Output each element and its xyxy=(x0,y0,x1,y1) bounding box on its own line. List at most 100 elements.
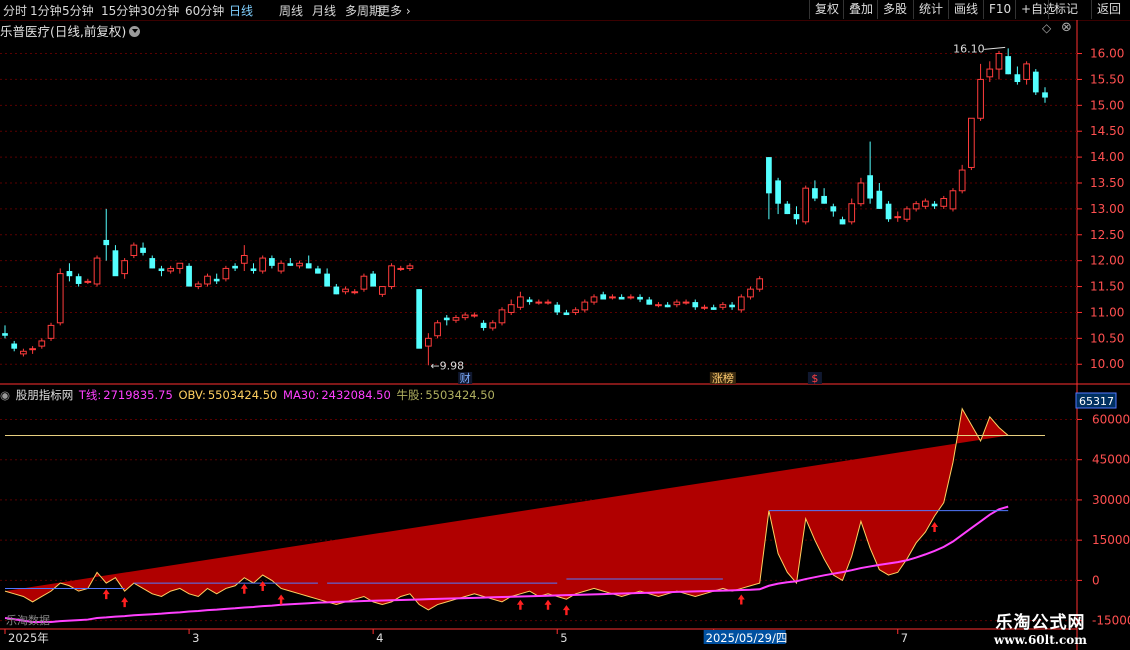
price-tick-label: 12.50 xyxy=(1090,228,1124,242)
candle-body xyxy=(397,267,405,270)
candle-body xyxy=(75,276,82,284)
candle-body xyxy=(637,296,643,300)
candle-body xyxy=(351,291,359,294)
candle-body xyxy=(968,117,975,168)
signal-arrow-icon xyxy=(516,599,524,610)
candle-body xyxy=(802,187,810,223)
candle-body xyxy=(719,304,727,308)
signal-arrow-icon xyxy=(544,599,552,610)
indicator-tick-label: 45000 xyxy=(1092,453,1130,467)
candle-body xyxy=(498,309,506,324)
candle-body xyxy=(931,203,938,207)
circle-icon[interactable]: ◉ xyxy=(0,388,10,402)
candle-body xyxy=(747,288,754,298)
candle-body xyxy=(333,286,340,295)
ma-value: 2432084.50 xyxy=(321,388,391,402)
candle-body xyxy=(949,190,957,210)
signal-arrow-icon xyxy=(121,597,129,608)
candle-body xyxy=(186,265,192,287)
candle-body xyxy=(526,299,533,303)
candle-body xyxy=(554,304,561,313)
candle-body xyxy=(204,275,211,285)
candle-body xyxy=(461,314,469,319)
candle-body xyxy=(664,304,671,308)
candle-body xyxy=(1023,63,1030,80)
candle-body xyxy=(646,299,653,305)
candle-body xyxy=(857,182,865,205)
price-tick-label: 11.00 xyxy=(1090,305,1124,319)
price-tick-label: 15.00 xyxy=(1090,98,1124,112)
indicator-value-box-text: 65317 xyxy=(1079,395,1114,408)
signal-arrow-icon xyxy=(737,594,745,605)
signal-arrow-icon xyxy=(259,581,267,592)
candle-body xyxy=(277,262,285,272)
candle-body xyxy=(287,263,294,266)
bull-value: 5503424.50 xyxy=(425,388,495,402)
indicator-tick-label: -15000 xyxy=(1092,614,1130,628)
candle-body xyxy=(232,265,238,269)
low-price-label: ←9.98 xyxy=(430,359,464,372)
candle-body xyxy=(839,219,846,225)
candle-body xyxy=(140,247,146,253)
indicator-tick-label: 15000 xyxy=(1092,533,1130,547)
candle-body xyxy=(563,312,570,316)
candle-body xyxy=(167,267,175,272)
candle-body xyxy=(627,296,635,299)
time-tick-label: 2025年 xyxy=(8,631,49,645)
candle-body xyxy=(793,214,800,220)
candle-body xyxy=(29,348,36,351)
indicator-tick-label: 0 xyxy=(1092,573,1100,587)
candle-body xyxy=(821,195,827,204)
price-tick-label: 12.00 xyxy=(1090,254,1124,268)
candle-body xyxy=(848,203,856,223)
price-tick-label: 13.50 xyxy=(1090,176,1124,190)
candle-body xyxy=(213,278,220,282)
candle-body xyxy=(940,198,948,207)
candle-body xyxy=(370,273,376,287)
candle-body xyxy=(259,257,267,272)
candle-body xyxy=(673,301,681,306)
event-marker: $ xyxy=(811,372,818,385)
candle-body xyxy=(416,289,423,349)
obv-label: OBV: xyxy=(178,388,206,402)
candle-body xyxy=(360,275,368,290)
price-tick-label: 14.50 xyxy=(1090,124,1124,138)
time-tick-label: 2025/05/29/四 xyxy=(706,631,788,645)
candle-body xyxy=(655,304,662,307)
candle-body xyxy=(425,337,432,347)
price-tick-label: 14.00 xyxy=(1090,150,1124,164)
candle-body xyxy=(830,206,837,212)
t-value: 2719835.75 xyxy=(103,388,173,402)
obv-fill-area xyxy=(5,408,1009,610)
t-label: T线: xyxy=(78,388,102,402)
indicator-name: 股朋指标网 xyxy=(15,388,74,402)
candle-body xyxy=(894,216,902,219)
candle-body xyxy=(609,296,616,299)
candle-body xyxy=(922,200,929,207)
candle-body xyxy=(112,250,119,277)
high-price-label: 16.10 xyxy=(953,42,985,55)
price-tick-label: 10.00 xyxy=(1090,357,1124,371)
signal-arrow-icon xyxy=(277,594,285,605)
candle-body xyxy=(315,268,321,274)
candle-body xyxy=(517,296,524,308)
candle-body xyxy=(903,208,911,220)
candle-body xyxy=(250,268,257,272)
candle-body xyxy=(1014,74,1021,83)
ma-label: MA30: xyxy=(283,388,320,402)
candle-body xyxy=(986,68,994,78)
candle-body xyxy=(194,283,202,288)
time-tick-label: 3 xyxy=(192,631,199,645)
candle-body xyxy=(1042,92,1048,98)
candle-body xyxy=(581,301,589,311)
candle-body xyxy=(378,286,386,295)
obv-value: 5503424.50 xyxy=(207,388,278,402)
candle-body xyxy=(452,317,460,321)
candle-body xyxy=(912,203,920,210)
candle-body xyxy=(324,273,330,287)
candle-body xyxy=(572,309,579,313)
candle-body xyxy=(158,268,165,272)
candle-body xyxy=(443,317,450,321)
indicator-tick-label: 60000 xyxy=(1092,412,1130,426)
bull-label: 牛股: xyxy=(396,388,424,402)
